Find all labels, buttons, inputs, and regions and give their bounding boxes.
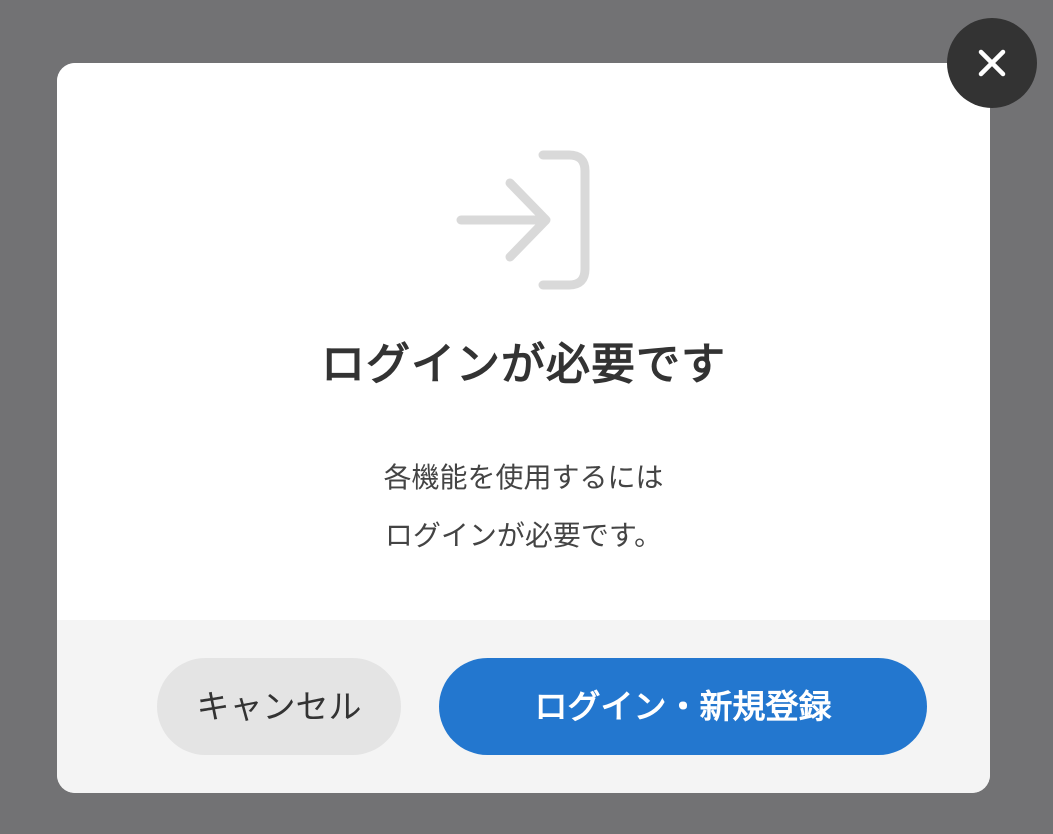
login-required-dialog: ログインが必要です 各機能を使用するには ログインが必要です。 キャンセル ログ…	[57, 63, 990, 793]
close-button[interactable]	[947, 18, 1037, 108]
cancel-button[interactable]: キャンセル	[157, 658, 401, 755]
login-register-button[interactable]: ログイン・新規登録	[439, 658, 927, 755]
dialog-message: 各機能を使用するには ログインが必要です。	[57, 449, 990, 565]
dialog-message-line-2: ログインが必要です。	[384, 519, 663, 552]
dialog-title: ログインが必要です	[321, 339, 726, 390]
login-arrow-icon	[455, 149, 595, 291]
close-icon	[978, 49, 1006, 77]
dialog-message-line-1: 各機能を使用するには	[383, 461, 664, 494]
dialog-footer: キャンセル ログイン・新規登録	[57, 620, 990, 793]
dialog-body: ログインが必要です 各機能を使用するには ログインが必要です。	[57, 63, 990, 620]
